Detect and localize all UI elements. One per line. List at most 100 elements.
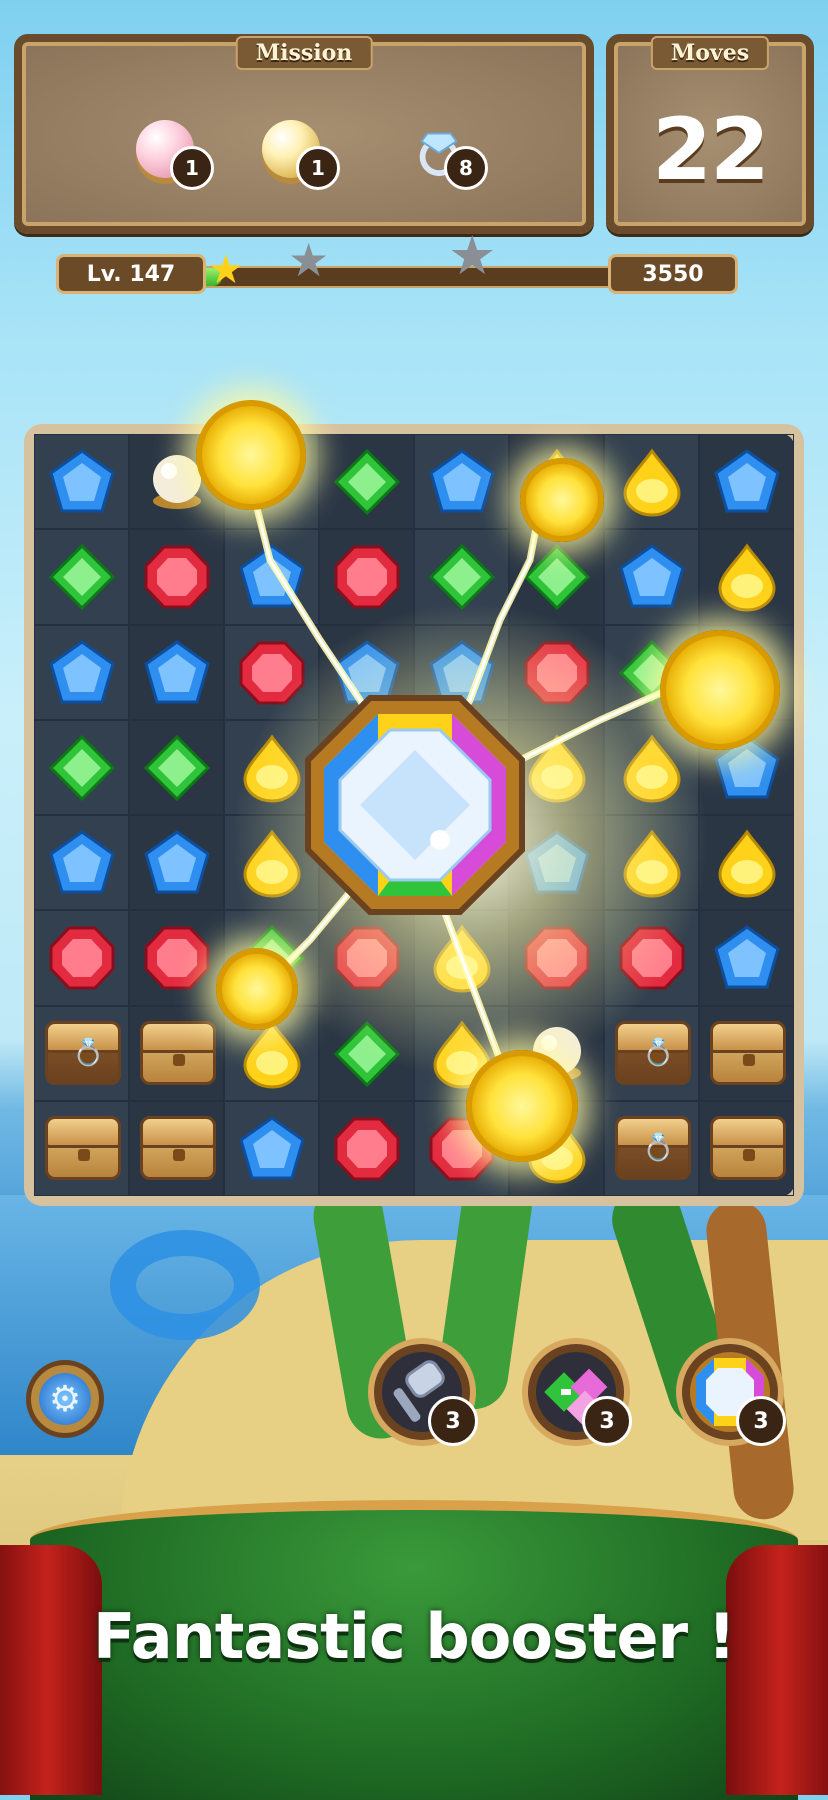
yellow-gem-icon bbox=[623, 448, 681, 517]
red-gem-icon bbox=[619, 926, 685, 990]
board-cell[interactable] bbox=[699, 815, 794, 911]
coin-effect bbox=[216, 948, 298, 1030]
blue-gem-icon bbox=[144, 830, 210, 894]
ring-chest-icon: 💍 bbox=[615, 1115, 691, 1180]
settings-button[interactable]: ⚙ bbox=[26, 1360, 104, 1438]
board-cell[interactable] bbox=[699, 1100, 794, 1196]
booster-count-badge: 3 bbox=[736, 1396, 786, 1446]
yellow-gem-icon bbox=[433, 924, 491, 993]
rainbow-diamond-booster-button[interactable]: 3 bbox=[676, 1338, 786, 1446]
blue-gem-icon bbox=[144, 639, 210, 703]
board-cell[interactable] bbox=[34, 1100, 129, 1196]
moves-title: Moves bbox=[650, 36, 770, 70]
mission-count-badge: 8 bbox=[444, 146, 488, 190]
blue-gem-icon bbox=[714, 925, 780, 989]
board-cell[interactable] bbox=[604, 434, 699, 530]
red-gem-icon bbox=[49, 926, 115, 990]
board-cell[interactable] bbox=[604, 910, 699, 1006]
board-cell[interactable] bbox=[129, 624, 224, 720]
mission-title: Mission bbox=[235, 36, 373, 70]
hammer-booster-button[interactable]: 3 bbox=[368, 1338, 478, 1446]
board-cell[interactable] bbox=[129, 910, 224, 1006]
green-gem-icon bbox=[333, 1020, 401, 1087]
treasure-chest-icon bbox=[710, 1115, 786, 1180]
treasure-chest-icon bbox=[140, 1020, 216, 1085]
board-cell[interactable] bbox=[224, 1100, 319, 1196]
blue-gem-icon bbox=[49, 830, 115, 894]
board-cell[interactable] bbox=[319, 910, 414, 1006]
blue-gem-icon bbox=[49, 639, 115, 703]
green-gem-icon bbox=[143, 734, 211, 801]
board-cell[interactable] bbox=[699, 910, 794, 1006]
moves-panel: Moves 22 bbox=[606, 34, 814, 234]
star-icon: ★ bbox=[208, 247, 244, 293]
yellow-gem-icon bbox=[243, 734, 301, 803]
board-cell[interactable] bbox=[699, 529, 794, 625]
star-icon: ★ bbox=[288, 233, 330, 287]
green-gem-icon bbox=[333, 448, 401, 516]
board-cell[interactable] bbox=[319, 434, 414, 530]
swim-ring-decoration bbox=[110, 1230, 260, 1340]
board-cell[interactable] bbox=[129, 1100, 224, 1196]
blue-gem-icon bbox=[49, 449, 115, 513]
booster-count-badge: 3 bbox=[428, 1396, 478, 1446]
red-gem-icon bbox=[144, 926, 210, 990]
board-cell[interactable] bbox=[604, 815, 699, 911]
mission-item-gold-pearl: 1 bbox=[254, 112, 340, 192]
mission-item-diamond-ring: 8 bbox=[402, 112, 488, 192]
board-cell[interactable] bbox=[319, 1005, 414, 1101]
rainbow-diamond-icon bbox=[305, 695, 525, 915]
board-cell[interactable] bbox=[414, 529, 509, 625]
board-cell[interactable] bbox=[509, 910, 604, 1006]
board-cell[interactable] bbox=[34, 815, 129, 911]
cross-gem-booster-button[interactable]: 3 bbox=[522, 1338, 632, 1446]
mission-item-pink-pearl: 1 bbox=[128, 112, 214, 192]
green-gem-icon bbox=[428, 544, 496, 611]
blue-gem-icon bbox=[524, 830, 590, 894]
board-cell[interactable]: 💍 bbox=[604, 1100, 699, 1196]
star-icon: ★ bbox=[448, 224, 497, 287]
board-cell[interactable] bbox=[129, 815, 224, 911]
level-progress-bar: Lv. 147 3550 ★ ★ ★ bbox=[56, 229, 776, 298]
yellow-gem-icon bbox=[243, 829, 301, 898]
blue-gem-icon bbox=[239, 1115, 305, 1180]
board-cell[interactable] bbox=[34, 529, 129, 625]
ring-chest-icon: 💍 bbox=[615, 1020, 691, 1085]
coin-effect bbox=[520, 458, 604, 542]
board-cell[interactable] bbox=[34, 624, 129, 720]
booster-count-badge: 3 bbox=[582, 1396, 632, 1446]
blue-gem-icon bbox=[714, 449, 780, 513]
board-cell[interactable] bbox=[224, 529, 319, 625]
board-cell[interactable] bbox=[129, 719, 224, 815]
board-cell[interactable] bbox=[129, 529, 224, 625]
board-cell[interactable] bbox=[509, 529, 604, 625]
treasure-chest-icon bbox=[45, 1115, 121, 1180]
yellow-gem-icon bbox=[623, 829, 681, 898]
board-cell[interactable] bbox=[129, 1005, 224, 1101]
yellow-gem-icon bbox=[528, 734, 586, 803]
mission-panel: Mission 1 1 8 bbox=[14, 34, 594, 234]
banner-text: Fantastic booster ! bbox=[93, 1600, 736, 1673]
treasure-chest-icon bbox=[140, 1115, 216, 1180]
board-cell[interactable] bbox=[414, 910, 509, 1006]
red-gem-icon bbox=[524, 926, 590, 990]
red-gem-icon bbox=[239, 641, 305, 704]
blue-gem-icon bbox=[429, 449, 495, 513]
blue-gem-icon bbox=[619, 544, 685, 608]
board-cell[interactable] bbox=[319, 1100, 414, 1196]
board-cell[interactable]: 💍 bbox=[34, 1005, 129, 1101]
board-cell[interactable] bbox=[34, 910, 129, 1006]
green-gem-icon bbox=[48, 544, 116, 611]
board-cell[interactable] bbox=[699, 434, 794, 530]
board-cell[interactable] bbox=[34, 434, 129, 530]
board-cell[interactable] bbox=[34, 719, 129, 815]
board-cell[interactable] bbox=[604, 529, 699, 625]
board-cell[interactable] bbox=[319, 529, 414, 625]
board-cell[interactable] bbox=[699, 1005, 794, 1101]
gear-icon: ⚙ bbox=[39, 1373, 91, 1425]
coin-effect bbox=[196, 400, 306, 510]
moves-counter: 22 bbox=[652, 100, 770, 200]
board-cell[interactable] bbox=[414, 434, 509, 530]
blue-gem-icon bbox=[239, 544, 305, 608]
board-cell[interactable]: 💍 bbox=[604, 1005, 699, 1101]
